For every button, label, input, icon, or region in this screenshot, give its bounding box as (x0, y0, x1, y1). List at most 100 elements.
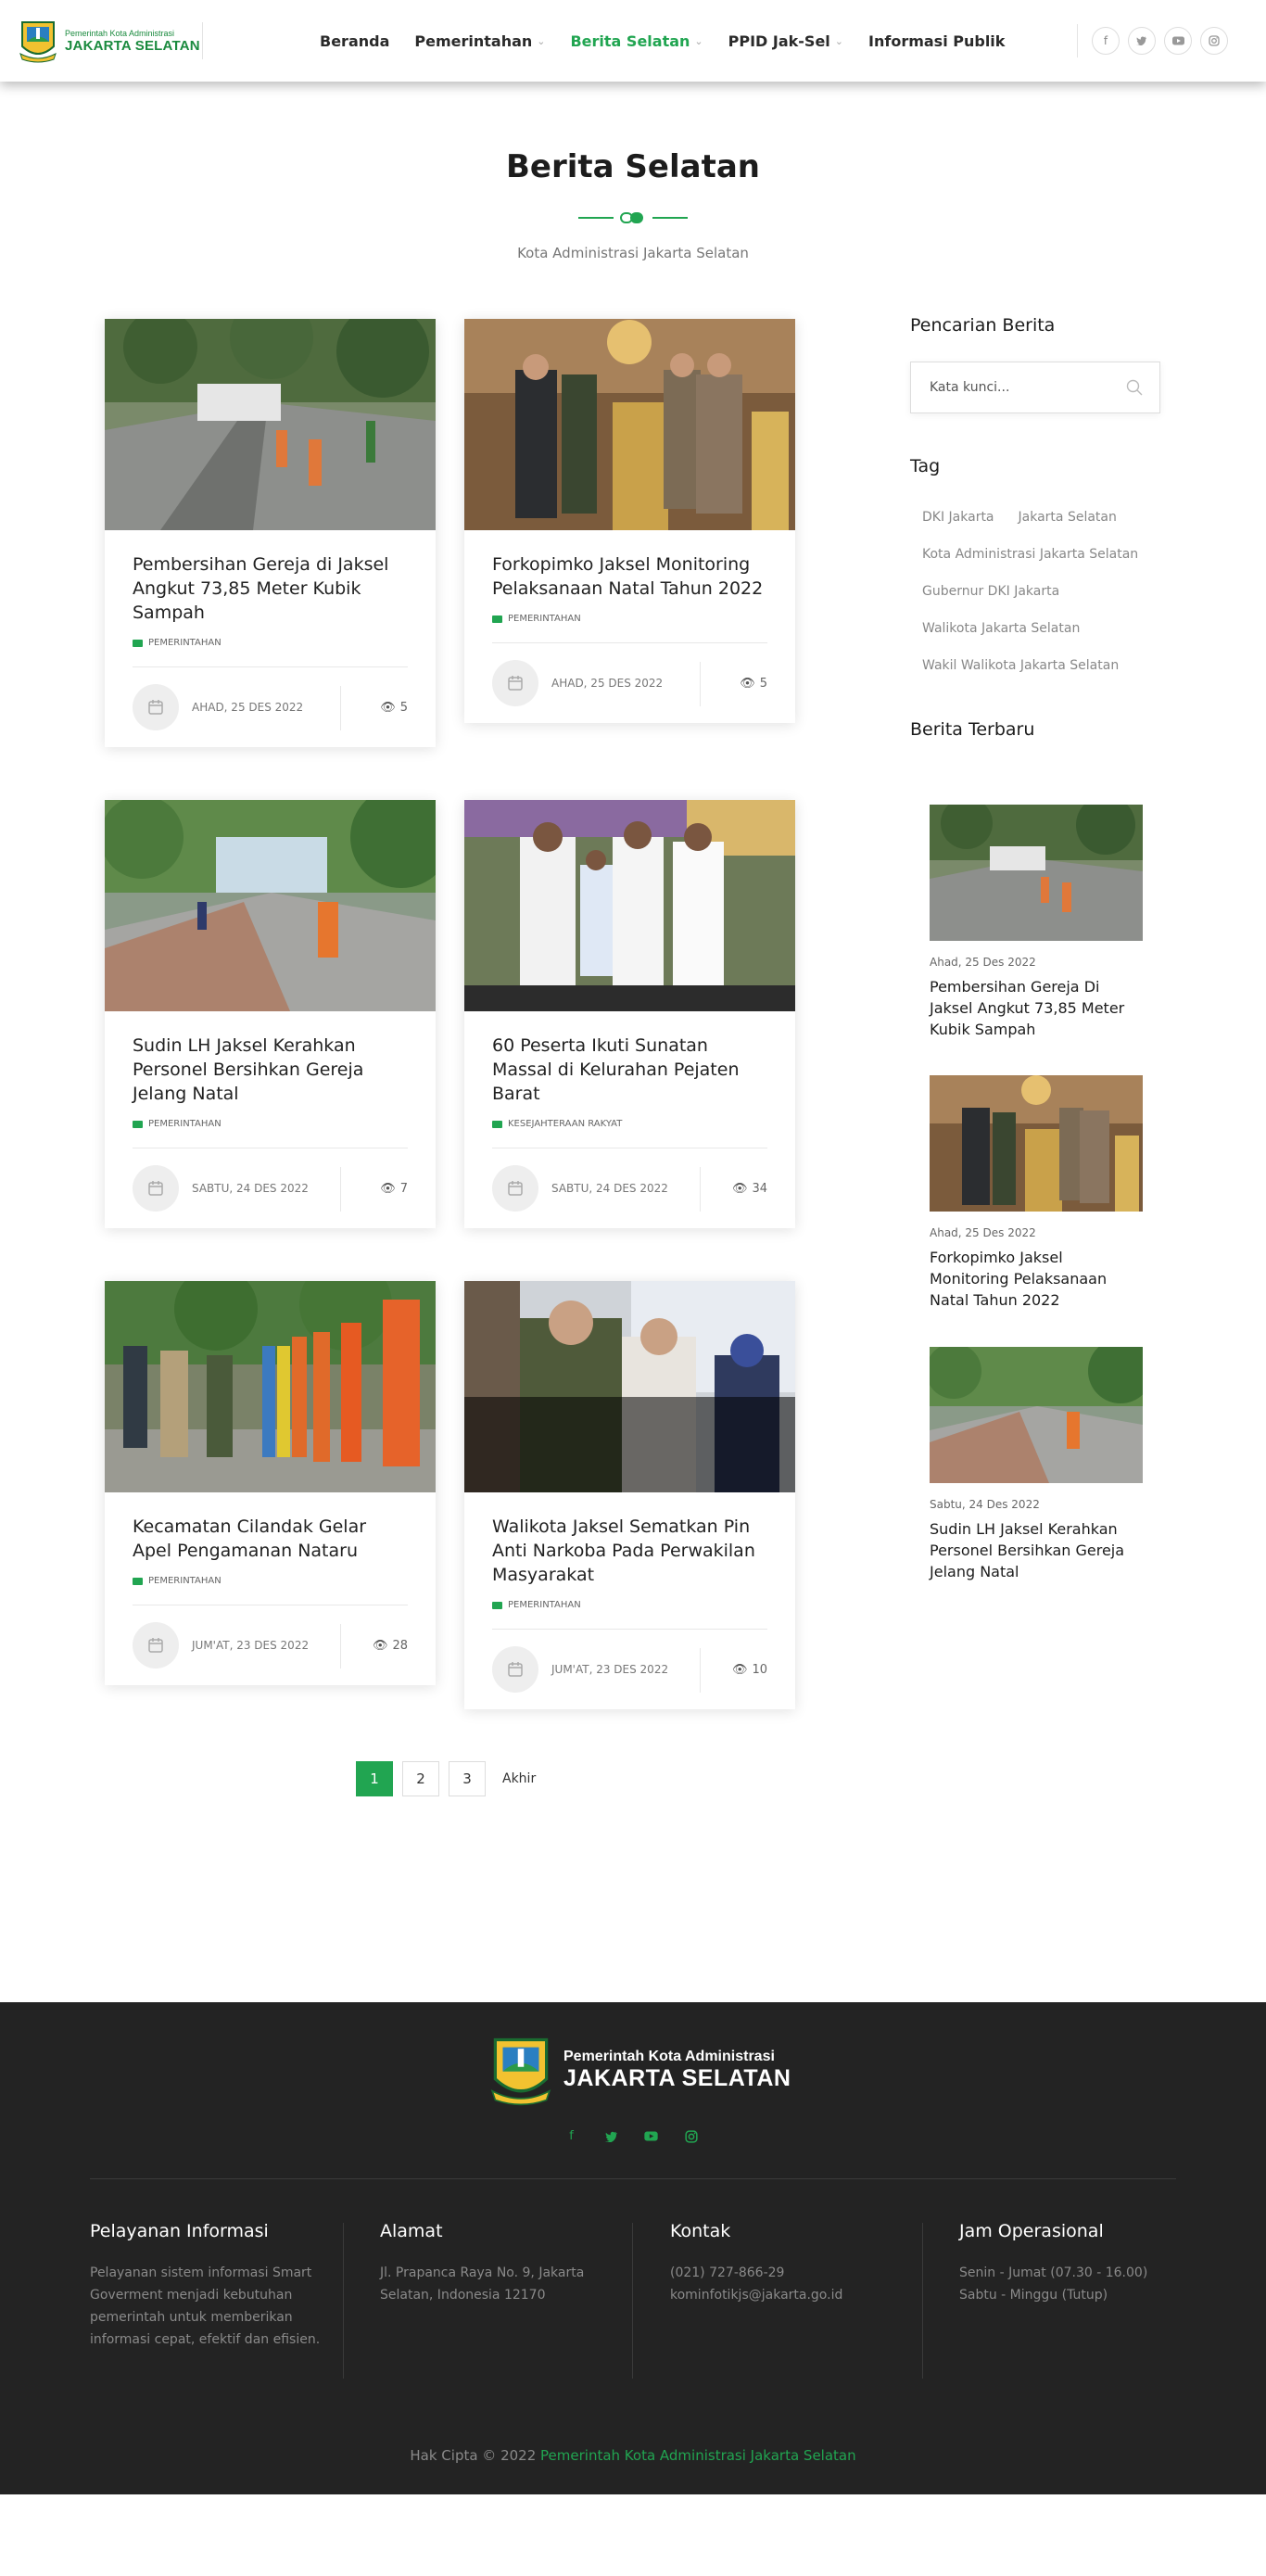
footer-logo[interactable]: Pemerintah Kota Administrasi JAKARTA SEL… (486, 2034, 791, 2106)
article-category[interactable]: PEMERINTAHAN (492, 614, 767, 624)
tag-item[interactable]: Wakil Walikota Jakarta Selatan (910, 654, 1131, 692)
article-title[interactable]: Pembersihan Gereja di Jaksel Angkut 73,8… (133, 552, 408, 625)
pagination: 1 2 3 Akhir (356, 1761, 544, 1796)
nav-label: Berita Selatan (570, 32, 690, 50)
page-last-button[interactable]: Akhir (495, 1761, 544, 1796)
youtube-icon[interactable] (643, 2128, 659, 2144)
youtube-icon[interactable] (1164, 27, 1192, 55)
facebook-icon[interactable]: f (1092, 27, 1120, 55)
article-card[interactable]: Sudin LH Jaksel Kerahkan Personel Bersih… (105, 800, 436, 1228)
social-links: f (1092, 27, 1228, 55)
logo-subtitle: Pemerintah Kota Administrasi (65, 28, 175, 38)
article-card[interactable]: Kecamatan Cilandak Gelar Apel Pengamanan… (105, 1281, 436, 1685)
latest-image[interactable] (930, 1075, 1143, 1212)
article-title[interactable]: 60 Peserta Ikuti Sunatan Massal di Kelur… (492, 1034, 767, 1106)
latest-title[interactable]: Forkopimko Jaksel Monitoring Pelaksanaan… (930, 1247, 1143, 1311)
view-count-value: 28 (392, 1639, 408, 1653)
article-title[interactable]: Kecamatan Cilandak Gelar Apel Pengamanan… (133, 1515, 408, 1563)
latest-image[interactable] (930, 1347, 1143, 1483)
eye-icon: 👁 (380, 1182, 396, 1196)
site-logo[interactable]: Pemerintah Kota Administrasi JAKARTA SEL… (17, 19, 200, 63)
folder-icon (133, 1120, 143, 1128)
tag-item[interactable]: Kota Administrasi Jakarta Selatan (910, 543, 1150, 580)
folder-icon (133, 639, 143, 647)
search-input[interactable] (930, 362, 1115, 412)
instagram-icon[interactable] (683, 2128, 699, 2144)
latest-heading: Berita Terbaru (910, 719, 1035, 740)
tag-item[interactable]: DKI Jakarta (910, 506, 1006, 543)
article-image[interactable] (105, 319, 436, 530)
instagram-icon[interactable] (1200, 27, 1228, 55)
nav-informasi-publik[interactable]: Informasi Publik (868, 32, 1005, 50)
view-count-value: 5 (399, 701, 408, 715)
article-image[interactable] (464, 800, 795, 1011)
site-footer: Pemerintah Kota Administrasi JAKARTA SEL… (0, 2002, 1266, 2494)
article-category[interactable]: KESEJAHTERAAN RAKYAT (492, 1119, 767, 1129)
copyright-text: Hak Cipta © 2022 (410, 2447, 537, 2464)
footer-col-kontak: Kontak (021) 727-866-29 kominfotikjs@jak… (670, 2221, 902, 2306)
article-card[interactable]: Forkopimko Jaksel Monitoring Pelaksanaan… (464, 319, 795, 723)
page-subtitle: Kota Administrasi Jakarta Selatan (517, 245, 749, 261)
nav-ppid[interactable]: PPID Jak-Sel ⌄ (728, 32, 843, 50)
eye-icon: 👁 (731, 1182, 748, 1196)
facebook-icon[interactable]: f (563, 2128, 579, 2144)
article-meta: SABTU, 24 DES 2022 👁 7 (133, 1148, 408, 1228)
footer-col-text: Senin - Jumat (07.30 - 16.00) Sabtu - Mi… (959, 2265, 1148, 2303)
category-label: PEMERINTAHAN (508, 614, 581, 624)
article-date: SABTU, 24 DES 2022 (551, 1182, 668, 1195)
tag-list: DKI Jakarta Jakarta Selatan Kota Administ… (910, 506, 1170, 692)
copyright: Hak Cipta © 2022 Pemerintah Kota Adminis… (0, 2447, 1266, 2464)
nav-berita-selatan[interactable]: Berita Selatan ⌄ (570, 32, 703, 50)
tag-item[interactable]: Gubernur DKI Jakarta (910, 580, 1071, 617)
footer-col-text: (021) 727-866-29 kominfotikjs@jakarta.go… (670, 2265, 843, 2303)
article-image[interactable] (464, 1281, 795, 1492)
article-image[interactable] (105, 1281, 436, 1492)
twitter-icon[interactable] (1128, 27, 1156, 55)
nav-pemerintahan[interactable]: Pemerintahan ⌄ (414, 32, 545, 50)
article-meta: AHAD, 25 DES 2022 👁 5 (133, 666, 408, 747)
calendar-icon (492, 1165, 538, 1212)
article-title[interactable]: Walikota Jaksel Sematkan Pin Anti Narkob… (492, 1515, 767, 1587)
article-image[interactable] (105, 800, 436, 1011)
latest-title[interactable]: Pembersihan Gereja Di Jaksel Angkut 73,8… (930, 976, 1143, 1040)
footer-social-links: f (563, 2128, 699, 2144)
article-title[interactable]: Sudin LH Jaksel Kerahkan Personel Bersih… (133, 1034, 408, 1106)
article-date: JUM'AT, 23 DES 2022 (551, 1663, 669, 1676)
search-box (910, 362, 1160, 413)
article-category[interactable]: PEMERINTAHAN (133, 1119, 408, 1129)
category-label: KESEJAHTERAAN RAKYAT (508, 1119, 623, 1129)
article-card[interactable]: 60 Peserta Ikuti Sunatan Massal di Kelur… (464, 800, 795, 1228)
footer-col-heading: Alamat (380, 2221, 443, 2241)
page-button-3[interactable]: 3 (449, 1761, 486, 1796)
footer-col-text: Pelayanan sistem informasi Smart Goverme… (90, 2265, 321, 2347)
article-image[interactable] (464, 319, 795, 530)
folder-icon (492, 1120, 502, 1128)
article-category[interactable]: PEMERINTAHAN (133, 1576, 408, 1586)
latest-image[interactable] (930, 805, 1143, 941)
tag-item[interactable]: Walikota Jakarta Selatan (910, 617, 1092, 654)
latest-date: Ahad, 25 Des 2022 (930, 956, 1036, 969)
article-card[interactable]: Walikota Jaksel Sematkan Pin Anti Narkob… (464, 1281, 795, 1709)
latest-item[interactable]: Ahad, 25 Des 2022 Pembersihan Gereja Di … (930, 805, 1143, 1040)
calendar-icon (133, 1622, 179, 1669)
article-date: SABTU, 24 DES 2022 (192, 1182, 309, 1195)
footer-col-alamat: Alamat Jl. Prapanca Raya No. 9, Jakarta … (380, 2221, 612, 2306)
article-category[interactable]: PEMERINTAHAN (492, 1600, 767, 1610)
search-icon[interactable] (1126, 379, 1143, 396)
copyright-link[interactable]: Pemerintah Kota Administrasi Jakarta Sel… (540, 2447, 856, 2464)
article-title[interactable]: Forkopimko Jaksel Monitoring Pelaksanaan… (492, 552, 767, 601)
page-button-2[interactable]: 2 (402, 1761, 439, 1796)
article-date: AHAD, 25 DES 2022 (551, 677, 664, 690)
page-button-1[interactable]: 1 (356, 1761, 393, 1796)
article-card[interactable]: Pembersihan Gereja di Jaksel Angkut 73,8… (105, 319, 436, 747)
view-count-value: 5 (759, 677, 767, 691)
latest-item[interactable]: Ahad, 25 Des 2022 Forkopimko Jaksel Moni… (930, 1075, 1143, 1311)
tag-item[interactable]: Jakarta Selatan (1006, 506, 1129, 543)
view-count: 👁 5 (740, 677, 767, 691)
latest-item[interactable]: Sabtu, 24 Des 2022 Sudin LH Jaksel Kerah… (930, 1347, 1143, 1582)
view-count: 👁 28 (373, 1639, 408, 1653)
twitter-icon[interactable] (603, 2128, 619, 2144)
latest-title[interactable]: Sudin LH Jaksel Kerahkan Personel Bersih… (930, 1518, 1143, 1582)
nav-beranda[interactable]: Beranda (320, 32, 389, 50)
article-category[interactable]: PEMERINTAHAN (133, 638, 408, 648)
